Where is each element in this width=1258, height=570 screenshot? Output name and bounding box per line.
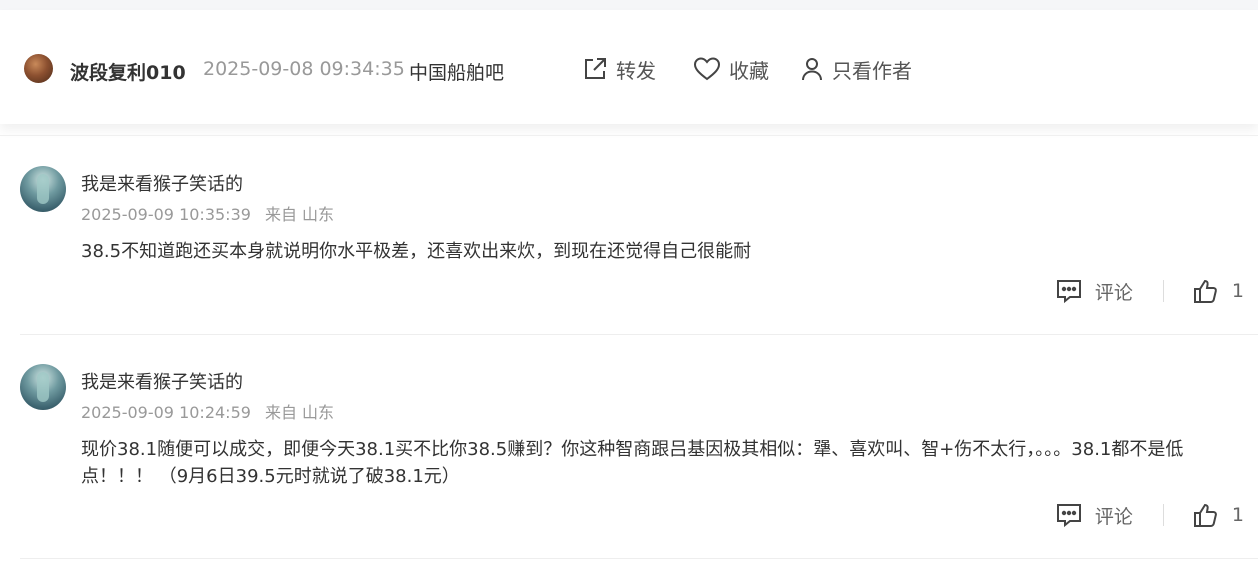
comment-location: 来自 山东 [264, 403, 335, 422]
author-name[interactable]: 波段复利010 [70, 58, 186, 85]
share-label: 转发 [616, 58, 656, 83]
like-button[interactable]: 1 [1192, 502, 1244, 528]
heart-icon [693, 57, 721, 81]
reply-label: 评论 [1094, 281, 1133, 304]
thumbs-up-icon [1193, 279, 1217, 303]
only-author-label: 只看作者 [832, 58, 912, 83]
commenter-avatar[interactable] [20, 166, 66, 212]
action-separator [1162, 504, 1164, 526]
favorite-button[interactable]: 收藏 [693, 54, 769, 84]
comment-icon [1056, 504, 1081, 528]
comment-location: 来自 山东 [264, 205, 335, 224]
comment-content: 38.5不知道跑还买本身就说明你水平极差，还喜欢出来炊，到现在还觉得自己很能耐 [81, 241, 752, 262]
thumbs-up-icon [1193, 503, 1217, 527]
post-header: 波段复利010 2025-09-08 09:34:35 中国船舶吧 转发 收藏 … [0, 10, 1258, 124]
commenter-avatar[interactable] [20, 364, 66, 410]
only-author-button[interactable]: 只看作者 [800, 54, 912, 84]
like-button[interactable]: 1 [1192, 278, 1244, 304]
share-icon [585, 58, 606, 79]
comment-actions: 评论 1 [1055, 500, 1244, 530]
header-divider [0, 135, 1258, 136]
reply-button[interactable]: 评论 [1055, 502, 1133, 529]
post-time: 2025-09-08 09:34:35 [203, 58, 405, 80]
top-strip [0, 0, 1258, 10]
comment-content: 现价38.1随便可以成交，即便今天38.1买不比你38.5赚到？你这种智商跟吕基… [81, 439, 1184, 487]
comment-item: 我是来看猴子笑话的 2025-09-09 10:24:59 来自 山东 现价38.… [0, 364, 1258, 559]
forum-name[interactable]: 中国船舶吧 [409, 58, 504, 85]
comment-divider [20, 558, 1258, 559]
share-button[interactable]: 转发 [582, 54, 656, 84]
comment-item: 我是来看猴子笑话的 2025-09-09 10:35:39 来自 山东 38.5不… [0, 166, 1258, 336]
commenter-name[interactable]: 我是来看猴子笑话的 [81, 170, 243, 196]
comment-divider [20, 334, 1258, 335]
comment-actions: 评论 1 [1055, 276, 1244, 306]
author-avatar[interactable] [24, 54, 53, 83]
commenter-name[interactable]: 我是来看猴子笑话的 [81, 368, 243, 394]
favorite-label: 收藏 [729, 58, 769, 83]
comment-meta: 2025-09-09 10:35:39 来自 山东 [81, 201, 334, 225]
like-count: 1 [1231, 280, 1244, 302]
user-icon [802, 58, 822, 81]
reply-button[interactable]: 评论 [1055, 278, 1133, 305]
comment-time: 2025-09-09 10:35:39 [81, 205, 251, 224]
comment-time: 2025-09-09 10:24:59 [81, 403, 251, 422]
action-separator [1162, 280, 1164, 302]
comment-icon [1056, 280, 1081, 304]
comment-meta: 2025-09-09 10:24:59 来自 山东 [81, 399, 334, 423]
like-count: 1 [1231, 504, 1244, 526]
reply-label: 评论 [1094, 505, 1133, 528]
